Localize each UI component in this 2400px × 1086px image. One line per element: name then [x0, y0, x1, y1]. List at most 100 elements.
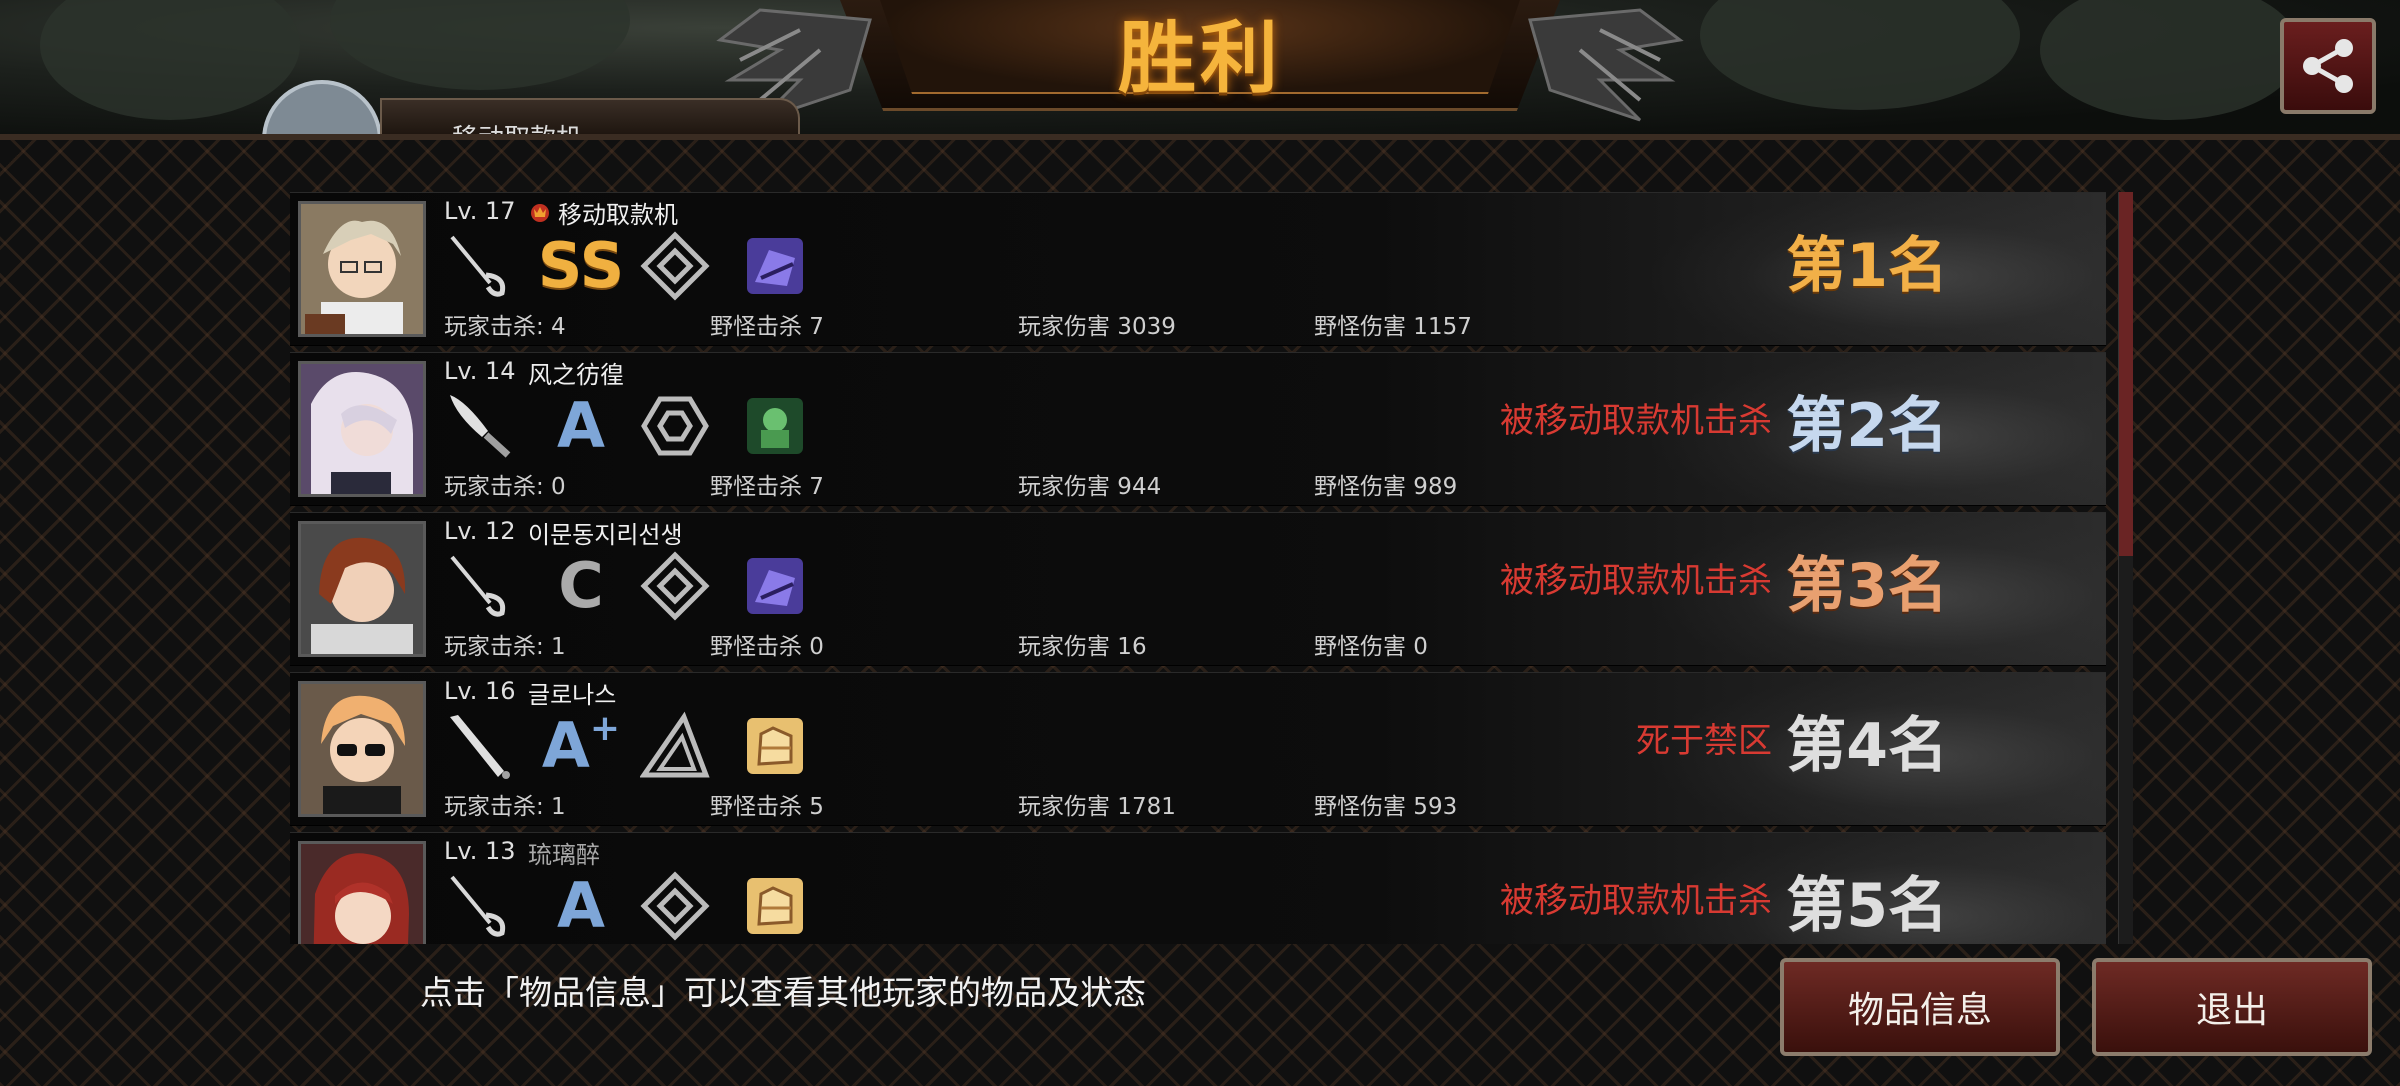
player-portrait [298, 361, 426, 497]
item-slot [740, 551, 810, 621]
monster-kills: 野怪击杀 7 [710, 474, 824, 500]
player-grade-plus: + [589, 708, 621, 749]
player-portrait [298, 521, 426, 657]
player-grade: A [557, 389, 605, 462]
shape-slot [640, 391, 710, 461]
item-slot [740, 391, 810, 461]
item-slot [740, 871, 810, 941]
tree-foliage [1700, 0, 2020, 110]
monster-kills: 野怪击杀 0 [710, 634, 824, 660]
item-slot [740, 231, 810, 301]
diamond-icon [640, 231, 710, 301]
weapon-slot [446, 711, 516, 781]
player-name: 移动取款机 [558, 201, 678, 229]
shape-slot [640, 231, 710, 301]
player-level: Lv. 16 [444, 677, 516, 705]
player-damage: 玩家伤害 944 [1018, 474, 1162, 500]
player-name: 琉璃醉 [528, 841, 600, 869]
player-name: 이문동지리선생 [528, 521, 683, 549]
rapier-icon [450, 555, 506, 617]
player-grade: A [557, 869, 605, 942]
player-name: 글로나스 [528, 681, 617, 709]
rapier-icon [450, 875, 506, 937]
triangle-icon [640, 711, 710, 778]
share-button[interactable] [2280, 18, 2376, 114]
bat-icon [450, 715, 510, 779]
grade-slot: A [546, 391, 616, 461]
shape-slot [640, 711, 710, 781]
purple-armor-icon [747, 238, 803, 294]
exit-button[interactable]: 退出 [2092, 958, 2372, 1056]
rank-label: 第4名 [1786, 711, 1948, 781]
player-grade: C [558, 549, 604, 622]
tree-foliage [40, 0, 300, 120]
victory-title: 胜利 [1117, 14, 1282, 104]
monster-damage: 野怪伤害 989 [1314, 474, 1458, 500]
diamond-icon [640, 871, 710, 941]
player-grade: A [541, 709, 590, 782]
player-kills: 玩家击杀: 1 [444, 634, 566, 660]
player-kills: 玩家击杀: 1 [444, 794, 566, 820]
dagger-icon [450, 395, 511, 458]
death-cause: 死于禁区 [1636, 721, 1772, 761]
death-cause: 被移动取款机击杀 [1500, 881, 1772, 921]
player-level: Lv. 13 [444, 837, 516, 865]
diamond-icon [640, 551, 710, 621]
rank-label: 第2名 [1786, 391, 1948, 461]
results-list[interactable]: Lv. 17 移动取款机 SS 玩家击杀: 4 野怪击杀 7 玩家伤害 3039… [290, 192, 2106, 944]
player-damage: 玩家伤害 16 [1018, 634, 1147, 660]
purple-armor-icon [747, 558, 803, 614]
tree-foliage [330, 0, 630, 90]
monster-damage: 野怪伤害 1157 [1314, 314, 1472, 340]
grade-slot: SS [538, 231, 625, 301]
share-icon [2303, 39, 2353, 93]
player-damage: 玩家伤害 3039 [1018, 314, 1176, 340]
player-portrait [298, 841, 426, 944]
results-scrollbar[interactable] [2118, 192, 2133, 944]
player-level: Lv. 17 [444, 197, 516, 225]
first-place-crown-icon [531, 204, 549, 222]
player-kills: 玩家击杀: 0 [444, 474, 566, 500]
player-level: Lv. 12 [444, 517, 516, 545]
player-grade: SS [537, 229, 625, 302]
monster-kills: 野怪击杀 7 [710, 314, 824, 340]
rapier-icon [450, 235, 506, 297]
monster-damage: 野怪伤害 0 [1314, 634, 1428, 660]
rank-label: 第5名 [1786, 871, 1948, 941]
scrollbar-thumb[interactable] [2119, 192, 2133, 556]
weapon-slot [446, 551, 516, 621]
item-info-label: 物品信息 [1847, 990, 1992, 1031]
grade-slot: A [546, 871, 616, 941]
gun-wing-right-icon [1528, 8, 1684, 122]
shape-slot [640, 871, 710, 941]
player-damage: 玩家伤害 1781 [1018, 794, 1176, 820]
item-info-button[interactable]: 物品信息 [1780, 958, 2060, 1056]
exit-label: 退出 [2195, 990, 2268, 1031]
player-name: 风之彷徨 [528, 361, 624, 389]
player-row[interactable]: Lv. 13 琉璃醉 A 被移动取款机击杀 第5名 [290, 832, 2106, 944]
monster-damage: 野怪伤害 593 [1314, 794, 1458, 820]
monster-kills: 野怪击杀 5 [710, 794, 824, 820]
death-cause: 被移动取款机击杀 [1500, 401, 1772, 441]
grade-slot: A + [542, 711, 620, 781]
player-row[interactable]: Lv. 17 移动取款机 SS 玩家击杀: 4 野怪击杀 7 玩家伤害 3039… [290, 192, 2106, 346]
grade-slot: C [546, 551, 616, 621]
rank-label: 第3名 [1786, 551, 1948, 621]
player-row[interactable]: Lv. 16 글로나스 A + 玩家击杀: 1 野怪击杀 5 玩家伤害 1781… [290, 672, 2106, 826]
tree-foliage [2040, 0, 2300, 120]
hexagon-icon [641, 396, 709, 456]
footer-hint: 点击「物品信息」可以查看其他玩家的物品及状态 [420, 973, 1146, 1012]
rank-label: 第1名 [1786, 231, 1948, 301]
weapon-slot [446, 391, 516, 461]
gold-glove-icon [747, 878, 803, 934]
player-portrait [298, 681, 426, 817]
shape-slot [640, 551, 710, 621]
player-row[interactable]: Lv. 12 이문동지리선생 C 玩家击杀: 1 野怪击杀 0 玩家伤害 16 … [290, 512, 2106, 666]
weapon-slot [446, 231, 516, 301]
item-slot [740, 711, 810, 781]
player-row[interactable]: Lv. 14 风之彷徨 A 玩家击杀: 0 野怪击杀 7 玩家伤害 944 野怪… [290, 352, 2106, 506]
player-portrait [298, 201, 426, 337]
gold-glove-icon [747, 718, 803, 774]
weapon-slot [446, 871, 516, 941]
player-kills: 玩家击杀: 4 [444, 314, 566, 340]
